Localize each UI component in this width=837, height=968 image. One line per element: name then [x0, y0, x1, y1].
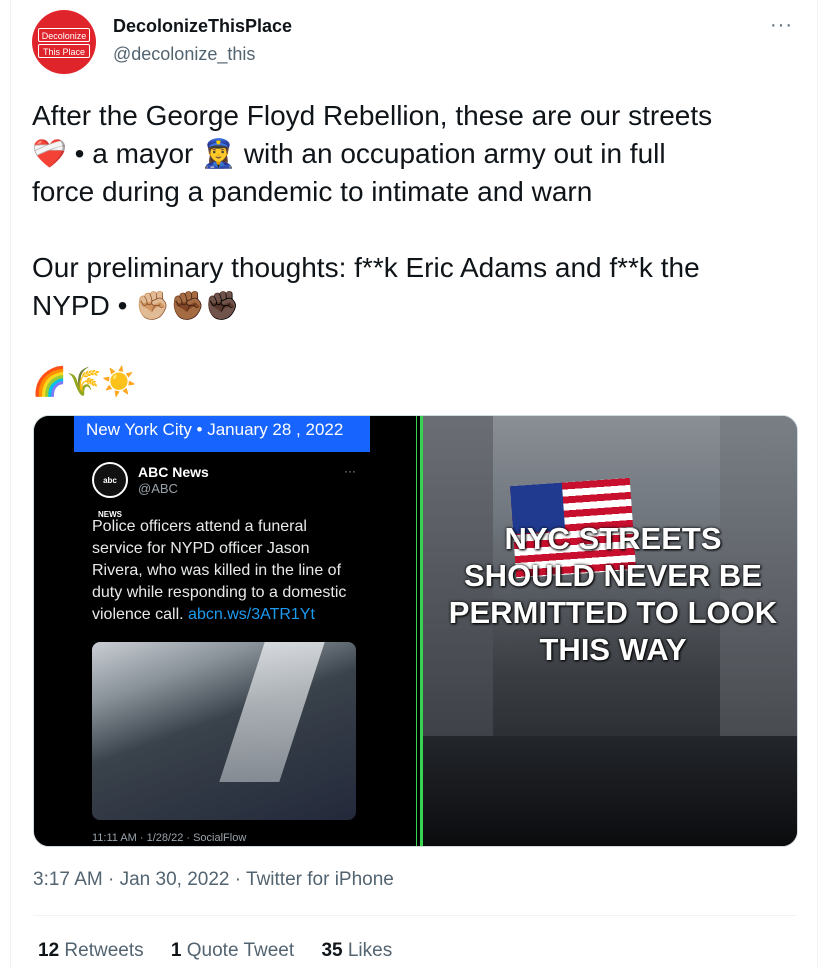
timestamp-dot-2: ·	[234, 869, 247, 890]
avatar-logo-line-2: This Place	[38, 44, 90, 58]
funeral-crowd-photo	[92, 642, 356, 820]
timestamp-dot-1: ·	[108, 869, 120, 890]
retweets-label: Retweets	[64, 940, 144, 961]
avatar-logo-line-1: Decolonize	[38, 28, 90, 42]
more-options-icon[interactable]: ···	[770, 14, 793, 37]
tweet-media[interactable]: New York City • January 28 , 2022 abc NE…	[33, 415, 798, 847]
tweet-line-2: ❤️‍🩹 • a mayor 👮‍♀️ with an occupation a…	[32, 135, 802, 173]
street-shape	[219, 642, 325, 782]
tweet-date[interactable]: Jan 30, 2022	[120, 869, 230, 890]
abc-news-link: abcn.ws/3ATR1Yt	[188, 606, 315, 623]
raised-fists-emoji: ✊🏼✊🏾✊🏿	[135, 289, 240, 322]
abc-news-logo-icon: abc NEWS	[92, 462, 128, 519]
likes-label: Likes	[347, 940, 393, 961]
tweet-line-5: NYPD • ✊🏼✊🏾✊🏿	[32, 287, 802, 325]
abc-more-icon: ···	[344, 464, 356, 478]
tweet-stats: 12 Retweets 1 Quote Tweet 35 Likes	[38, 940, 414, 962]
media-right-panel[interactable]: NYC STREETS SHOULD NEVER BE PERMITTED TO…	[420, 416, 797, 846]
avatar[interactable]: Decolonize This Place	[32, 10, 96, 74]
tweet-line-4: Our preliminary thoughts: f**k Eric Adam…	[32, 252, 700, 283]
author-handle[interactable]: @decolonize_this	[113, 44, 255, 65]
tweet-line-5-text: NYPD •	[32, 290, 136, 321]
nyc-date-banner: New York City • January 28 , 2022	[74, 416, 370, 452]
tweet-line-3: force during a pandemic to intimate and …	[32, 176, 593, 207]
mending-heart-emoji: ❤️‍🩹	[32, 137, 67, 170]
likes-stat[interactable]: 35 Likes	[321, 940, 392, 962]
abc-news-handle: @ABC	[138, 481, 178, 496]
tweet-time[interactable]: 3:17 AM	[33, 869, 103, 890]
overlay-text: NYC STREETS SHOULD NEVER BE PERMITTED TO…	[448, 521, 778, 667]
police-officer-emoji: 👮‍♀️	[201, 137, 237, 170]
retweets-count: 12	[38, 940, 60, 961]
tweet-line-6-emojis: 🌈🌾☀️	[32, 365, 137, 398]
tweet-line-2-text-a: • a mayor	[66, 138, 202, 169]
abc-news-name: ABC News	[138, 464, 209, 480]
author-display-name[interactable]: DecolonizeThisPlace	[113, 16, 292, 37]
tweet-text: After the George Floyd Rebellion, these …	[32, 97, 802, 401]
likes-count: 35	[321, 940, 343, 961]
retweets-stat[interactable]: 12 Retweets	[38, 940, 144, 962]
tweet-line-1: After the George Floyd Rebellion, these …	[32, 100, 713, 131]
quote-tweets-stat[interactable]: 1 Quote Tweet	[171, 940, 294, 962]
abc-news-footer: 11:11 AM · 1/28/22 · SocialFlow	[92, 832, 247, 844]
media-left-panel[interactable]: New York City • January 28 , 2022 abc NE…	[34, 416, 419, 846]
police-crowd	[423, 736, 797, 846]
quotes-label: Quote Tweet	[186, 940, 295, 961]
tweet-line-2-text-b: with an occupation army out in full	[236, 138, 666, 169]
abc-news-text: Police officers attend a funeral service…	[92, 516, 362, 626]
quotes-count: 1	[170, 940, 182, 961]
tweet-source[interactable]: Twitter for iPhone	[246, 869, 394, 890]
divider	[33, 915, 796, 916]
tweet-timestamp[interactable]: 3:17 AM · Jan 30, 2022 · Twitter for iPh…	[33, 869, 394, 891]
